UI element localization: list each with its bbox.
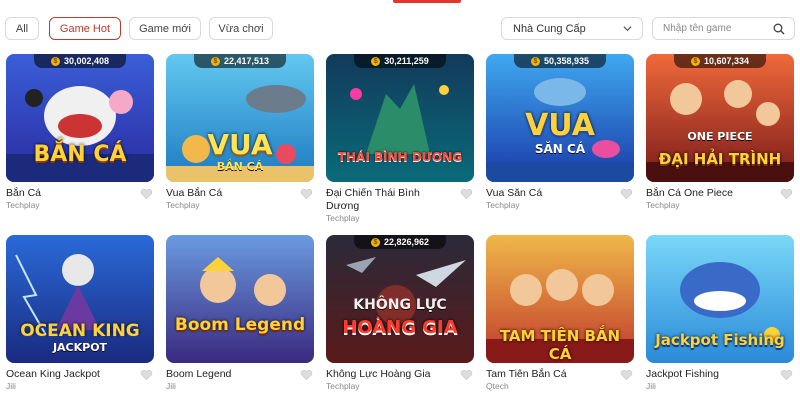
jackpot-badge: $30,211,259	[354, 54, 446, 68]
tab-game-hot[interactable]: Game Hot	[49, 17, 121, 40]
game-card[interactable]: $10,607,334 ONE PIECE ĐẠI HẢI TRÌNH Bắn …	[646, 54, 794, 214]
game-logo: VUA	[207, 128, 273, 161]
jackpot-badge: $22,417,513	[194, 54, 286, 68]
game-thumbnail[interactable]: Boom Legend	[166, 235, 314, 363]
jackpot-amount: 22,826,962	[383, 237, 430, 247]
game-logo: TAM TIÊN BẮN CÁ	[499, 327, 621, 363]
heart-icon[interactable]	[780, 369, 793, 381]
game-card[interactable]: $22,826,962 KHÔNG LỰC HOÀNG GIA Không Lự…	[326, 235, 474, 395]
game-title[interactable]: Đại Chiến Thái Bình Dương	[326, 187, 454, 213]
game-thumbnail[interactable]: OCEAN KING JACKPOT	[6, 235, 154, 363]
game-thumbnail[interactable]: $30,211,259 THÁI BÌNH DƯƠNG	[326, 54, 474, 182]
game-thumbnail[interactable]: $22,417,513 VUA BẮN CÁ	[166, 54, 314, 182]
game-card[interactable]: $30,211,259 THÁI BÌNH DƯƠNG Đại Chiến Th…	[326, 54, 474, 223]
search-box[interactable]	[652, 17, 795, 40]
game-logo: BẮN CÁ	[33, 142, 127, 167]
heart-icon[interactable]	[620, 369, 633, 381]
tab-all[interactable]: All	[5, 17, 39, 40]
heart-icon[interactable]	[300, 188, 313, 200]
game-provider: Techplay	[326, 381, 360, 391]
game-card[interactable]: TAM TIÊN BẮN CÁ Tam Tiên Bắn Cá Qtech	[486, 235, 634, 395]
jackpot-badge: $50,358,935	[514, 54, 606, 68]
jackpot-badge: $10,607,334	[674, 54, 766, 68]
heart-icon[interactable]	[300, 369, 313, 381]
coin-icon: $	[210, 56, 220, 66]
game-thumbnail[interactable]: $30,002,408 BẮN CÁ	[6, 54, 154, 182]
game-logo: THÁI BÌNH DƯƠNG	[337, 150, 463, 164]
jackpot-badge: $22,826,962	[354, 235, 446, 249]
game-provider: Techplay	[646, 200, 680, 210]
coin-icon: $	[530, 56, 540, 66]
game-title[interactable]: Vua Bắn Cá	[166, 187, 294, 200]
tab-recently-played[interactable]: Vừa chơi	[209, 17, 273, 40]
game-card[interactable]: $22,417,513 VUA BẮN CÁ Vua Bắn Cá Techpl…	[166, 54, 314, 214]
coin-icon: $	[370, 237, 380, 247]
game-card[interactable]: $50,358,935 VUA SĂN CÁ Vua Săn Cá Techpl…	[486, 54, 634, 214]
game-provider: Qtech	[486, 381, 509, 391]
game-logo: OCEAN KING	[20, 321, 140, 341]
game-logo-subtitle: BẮN CÁ	[216, 160, 264, 173]
game-title[interactable]: Không Lực Hoàng Gia	[326, 368, 454, 381]
game-provider: Techplay	[486, 200, 520, 210]
jackpot-amount: 30,002,408	[63, 56, 110, 66]
game-provider: Jili	[166, 381, 176, 391]
active-section-indicator	[393, 0, 461, 3]
game-title[interactable]: Vua Săn Cá	[486, 187, 614, 200]
filter-bar: All Game Hot Game mới Vừa chơi Nhà Cung …	[5, 17, 795, 41]
game-logo-subtitle: HOÀNG GIA	[342, 317, 458, 338]
game-logo-top: ONE PIECE	[687, 130, 753, 143]
game-logo: ĐẠI HẢI TRÌNH	[658, 150, 782, 168]
game-thumbnail[interactable]: TAM TIÊN BẮN CÁ	[486, 235, 634, 363]
game-thumbnail[interactable]: $50,358,935 VUA SĂN CÁ	[486, 54, 634, 182]
game-thumbnail[interactable]: Jackpot Fishing	[646, 235, 794, 363]
heart-icon[interactable]	[140, 188, 153, 200]
game-card[interactable]: $30,002,408 BẮN CÁ Bắn Cá Techplay	[6, 54, 154, 214]
game-provider: Techplay	[6, 200, 40, 210]
heart-icon[interactable]	[620, 188, 633, 200]
game-logo: Jackpot Fishing	[655, 331, 785, 349]
game-thumbnail[interactable]: $10,607,334 ONE PIECE ĐẠI HẢI TRÌNH	[646, 54, 794, 182]
heart-icon[interactable]	[460, 369, 473, 381]
game-title[interactable]: Tam Tiên Bắn Cá	[486, 368, 614, 381]
provider-dropdown-label: Nhà Cung Cấp	[513, 22, 586, 35]
coin-icon: $	[50, 56, 60, 66]
game-logo-subtitle: SĂN CÁ	[534, 142, 586, 156]
jackpot-amount: 22,417,513	[223, 56, 270, 66]
game-provider: Techplay	[166, 200, 200, 210]
game-card[interactable]: Boom Legend Boom Legend Jili	[166, 235, 314, 395]
game-title[interactable]: Bắn Cá	[6, 187, 134, 200]
tab-game-new[interactable]: Game mới	[129, 17, 201, 40]
heart-icon[interactable]	[780, 188, 793, 200]
game-logo: KHÔNG LỰC	[353, 297, 447, 313]
game-thumbnail[interactable]: $22,826,962 KHÔNG LỰC HOÀNG GIA	[326, 235, 474, 363]
game-card[interactable]: OCEAN KING JACKPOT Ocean King Jackpot Ji…	[6, 235, 154, 395]
provider-dropdown[interactable]: Nhà Cung Cấp	[501, 17, 643, 40]
game-title[interactable]: Ocean King Jackpot	[6, 368, 134, 381]
game-card[interactable]: Jackpot Fishing Jackpot Fishing Jili	[646, 235, 794, 395]
jackpot-badge: $30,002,408	[34, 54, 126, 68]
coin-icon: $	[371, 56, 381, 66]
jackpot-amount: 50,358,935	[543, 56, 590, 66]
heart-icon[interactable]	[140, 369, 153, 381]
jackpot-amount: 30,211,259	[384, 56, 429, 66]
game-artwork	[166, 235, 314, 363]
game-title[interactable]: Jackpot Fishing	[646, 368, 774, 381]
search-input[interactable]	[663, 23, 775, 34]
game-provider: Jili	[6, 381, 16, 391]
game-logo: Boom Legend	[174, 315, 306, 335]
game-logo: VUA	[525, 108, 595, 143]
game-title[interactable]: Boom Legend	[166, 368, 294, 381]
chevron-down-icon	[623, 26, 632, 32]
heart-icon[interactable]	[460, 188, 473, 200]
coin-icon: $	[690, 56, 700, 66]
game-logo-subtitle: JACKPOT	[52, 341, 108, 354]
jackpot-amount: 10,607,334	[703, 56, 750, 66]
search-icon[interactable]	[773, 23, 785, 35]
game-provider: Jili	[646, 381, 656, 391]
game-provider: Techplay	[326, 213, 360, 223]
game-title[interactable]: Bắn Cá One Piece	[646, 187, 774, 200]
